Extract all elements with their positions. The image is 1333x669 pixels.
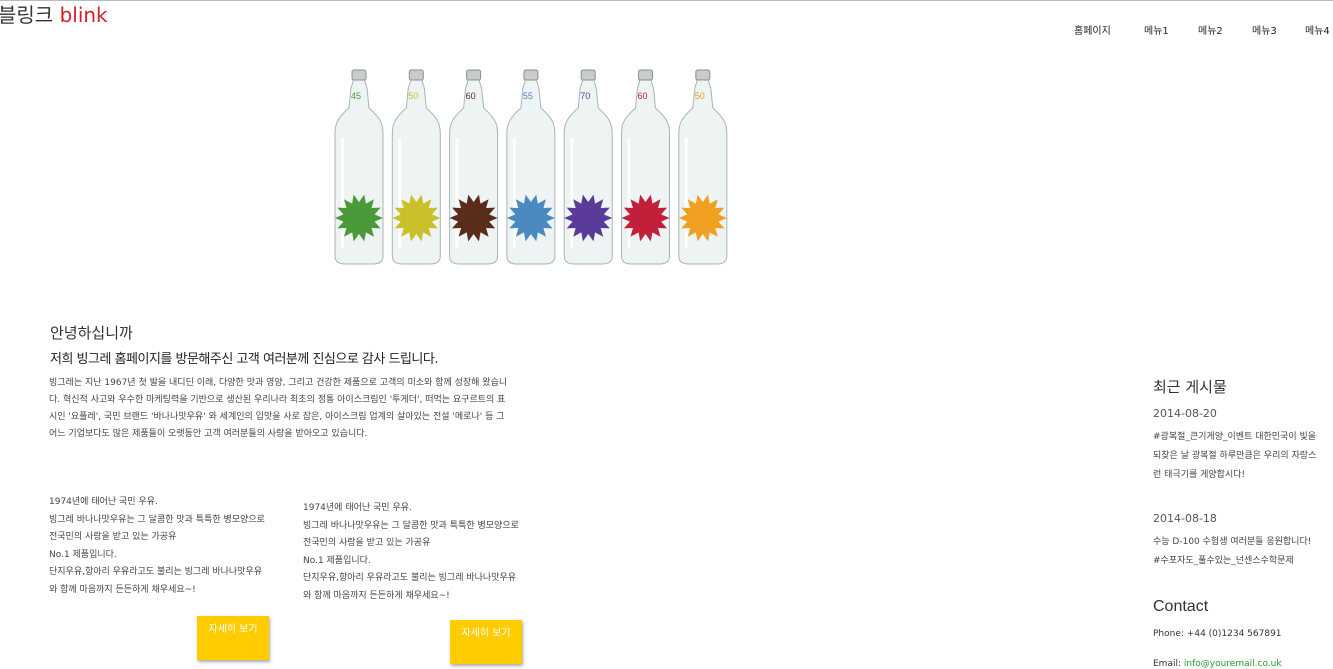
details-button-2[interactable]: 자세히 보기 [450,620,522,664]
nav-item-menu1[interactable]: 메뉴1 [1144,22,1169,37]
phone-label: Phone: [1153,629,1184,639]
feature-text-2: 1974년에 태어난 국민 우유. 빙그레 바나나맛우유는 그 달콤한 맛과 특… [303,503,519,601]
phone-number: +44 (0)1234 567891 [1186,629,1282,639]
top-border [0,0,1333,1]
nav-item-home[interactable]: 홈페이지 [1074,22,1111,37]
soda-bottle: 60 [449,69,499,265]
post-date: 2014-08-20 [1153,407,1217,420]
details-button-1[interactable]: 자세히 보기 [197,616,269,660]
post-text: 수능 D-100 수험생 여러분들 응원합니다! #수포자도_풀수있는_넌센스수… [1153,537,1312,566]
post-text: #광복절_큰기게양_이벤트 대한민국이 빛을 되찾은 날 광복절 하루만큼은 우… [1153,432,1317,480]
main-nav: 홈페이지 메뉴1 메뉴2 메뉴3 메뉴4 [0,22,1333,37]
soda-bottle: 70 [563,69,613,265]
soda-bottle: 50 [678,69,728,265]
recent-posts-heading: 최근 게시물 [1153,378,1227,396]
contact-heading-wrap: Contact [1153,598,1318,616]
nav-item-menu3[interactable]: 메뉴3 [1252,22,1277,37]
bottle-number: 50 [695,91,705,101]
bottle-number: 70 [580,91,590,101]
soda-bottle: 55 [506,69,556,265]
post-date: 2014-08-18 [1153,512,1217,525]
nav-item-menu4[interactable]: 메뉴4 [1305,22,1330,37]
hero-image-soda-bottles: 45 50 60 55 70 60 50 [330,68,730,268]
soda-bottle: 50 [391,69,441,265]
contact-phone: Phone: +44 (0)1234 567891 [1153,629,1282,639]
bottle-number: 55 [523,91,533,101]
feature-text-1: 1974년에 태어난 국민 우유. 빙그레 바나나맛우유는 그 달콤한 맛과 특… [49,497,265,595]
bottle-number: 50 [408,91,418,101]
recent-posts-heading-wrap: 최근 게시물 [1153,376,1318,397]
bottle-number: 60 [466,91,476,101]
nav-item-menu2[interactable]: 메뉴2 [1198,22,1223,37]
soda-bottle: 60 [621,69,670,265]
intro-paragraph: 빙그레는 지난 1967년 첫 발을 내디딘 이래, 다양한 맛과 영양, 그리… [49,378,508,439]
bottle-number: 60 [638,91,648,101]
post-1[interactable]: 2014-08-20 #광복절_큰기게양_이벤트 대한민국이 빛을 되찾은 날 … [1153,407,1318,485]
bottle-number: 45 [351,91,361,101]
post-2[interactable]: 2014-08-18 수능 D-100 수험생 여러분들 응원합니다! #수포자… [1153,512,1318,571]
greeting-subheading: 저희 빙그레 홈페이지를 방문해주신 고객 여러분께 진심으로 감사 드립니다. [50,352,438,367]
contact-heading: Contact [1153,598,1209,615]
soda-bottle: 45 [334,69,384,265]
greeting-heading: 안녕하십니까 [50,324,133,342]
